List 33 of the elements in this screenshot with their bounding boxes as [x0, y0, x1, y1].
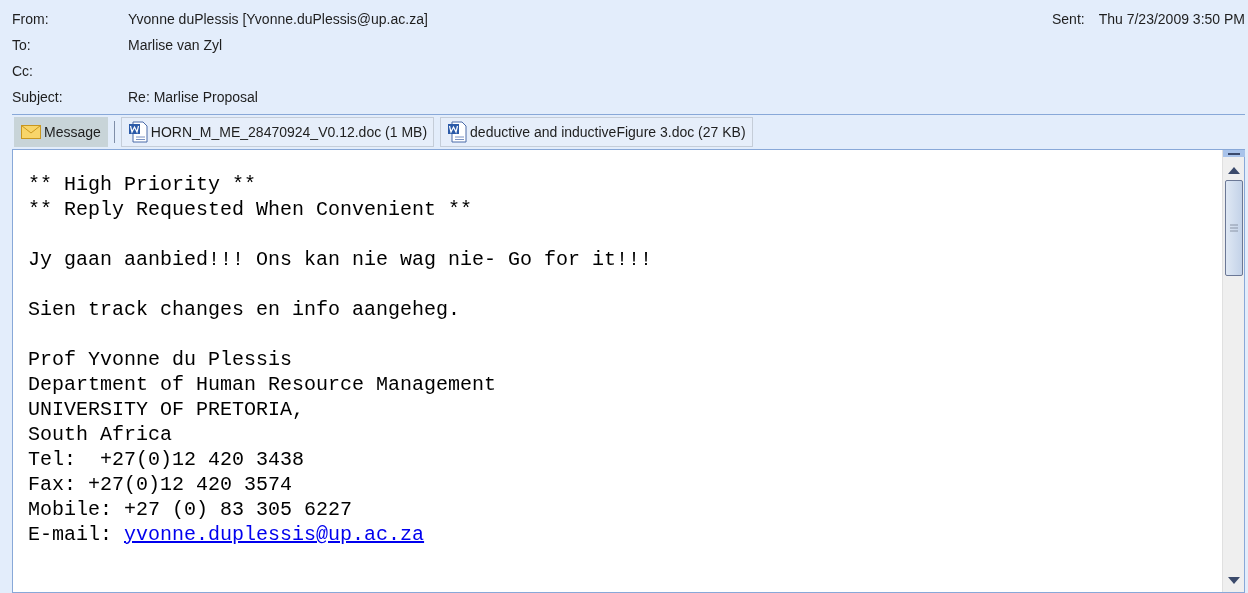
scroll-up-icon[interactable] — [1227, 167, 1240, 174]
field-value: Re: Marlise Proposal — [128, 87, 258, 107]
attachment-tab[interactable]: deductive and inductiveFigure 3.doc (27 KB) — [440, 117, 753, 147]
scroll-thumb[interactable] — [1224, 180, 1243, 276]
text-line: Mobile: +27 (0) 83 305 6227 — [28, 497, 353, 522]
field-label: Cc: — [12, 61, 34, 81]
attachment-tab[interactable]: HORN_M_ME_28470924_V0.12.doc (1 MB) — [120, 117, 435, 147]
scroll-down-icon[interactable] — [1227, 577, 1240, 584]
text-line: UNIVERSITY OF PRETORIA, — [28, 397, 305, 422]
text-line: ** Reply Requested When Convenient ** — [28, 197, 473, 222]
scrollbar[interactable] — [1222, 150, 1244, 592]
message-tab[interactable]: Message — [14, 117, 108, 147]
text-line: E-mail: — [28, 523, 113, 546]
text-line: ** High Priority ** — [28, 172, 257, 197]
field-value: Marlise van Zyl — [128, 35, 223, 55]
text-line: Fax: +27(0)12 420 3574 — [28, 472, 293, 497]
split-handle-icon[interactable] — [1222, 150, 1245, 157]
text-line: Department of Human Resource Management — [28, 372, 497, 397]
envelope-icon — [21, 125, 41, 139]
text-line: Tel: +27(0)12 420 3438 — [28, 447, 305, 472]
text-line: Jy gaan aanbied!!! Ons kan nie wag nie- Go for it!!! — [28, 247, 653, 272]
document-icon — [447, 121, 468, 143]
sent-value: Thu 7/23/2009 3:50 PM — [1098, 9, 1245, 29]
sent-label: Sent: — [1051, 9, 1085, 29]
text-line: South Africa — [28, 422, 173, 447]
email-link[interactable]: yvonne.duplessis@up.ac.za — [124, 523, 425, 546]
field-label: Subject: — [12, 87, 64, 107]
text-line: Sien track changes en info aangeheg. — [28, 297, 461, 322]
document-icon — [127, 121, 148, 143]
field-value: Yvonne duPlessis [Yvonne.duPlessis@up.ac.za] — [128, 9, 428, 29]
field-label: To: — [12, 35, 32, 55]
field-label: From: — [12, 9, 50, 29]
text-line: Prof Yvonne du Plessis — [28, 347, 293, 372]
